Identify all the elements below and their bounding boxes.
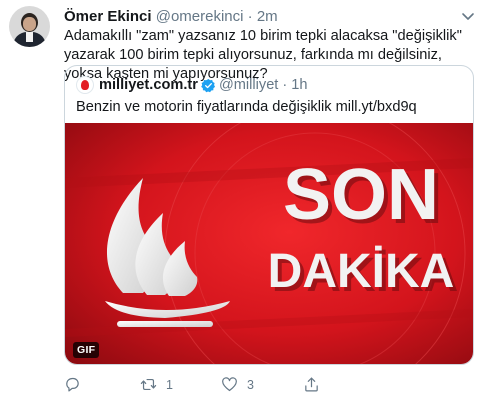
reply-button[interactable] <box>64 376 90 393</box>
breaking-news-graphic: SON SON DAKİKA DAKİKA <box>65 123 473 364</box>
like-button[interactable]: 3 <box>221 376 254 393</box>
share-icon <box>305 377 318 392</box>
gif-badge: GIF <box>73 342 100 358</box>
retweet-count: 1 <box>166 377 173 392</box>
chevron-down-icon[interactable] <box>460 8 476 24</box>
quoted-tweet-time[interactable]: 1h <box>291 77 307 93</box>
headline-line-1: SON <box>283 155 439 235</box>
quoted-tweet-header: milliyet.com.tr @milliyet · 1h <box>76 76 307 94</box>
author-avatar[interactable] <box>9 6 50 47</box>
reply-icon <box>66 377 79 392</box>
quoted-author-avatar[interactable] <box>76 76 94 94</box>
quoted-author-name[interactable]: milliyet.com.tr <box>99 77 198 93</box>
tweet-header: Ömer Ekinci @omerekinci · 2m <box>64 8 278 25</box>
tweet-actions: 1 3 <box>64 376 464 396</box>
like-count: 3 <box>247 377 254 392</box>
quoted-tweet-text: Benzin ve motorin fiyatlarında değişikli… <box>76 99 417 115</box>
quoted-author-handle[interactable]: @milliyet <box>219 77 278 93</box>
verified-badge-icon <box>201 78 216 92</box>
quoted-tweet[interactable]: milliyet.com.tr @milliyet · 1h Benzin ve… <box>64 65 474 365</box>
header-separator: · <box>247 8 253 25</box>
heart-icon <box>222 377 237 392</box>
author-handle[interactable]: @omerekinci <box>156 8 244 25</box>
retweet-button[interactable]: 1 <box>140 376 173 393</box>
retweet-icon <box>140 378 157 391</box>
quoted-header-separator: · <box>282 77 288 93</box>
quoted-media-gif[interactable]: SON SON DAKİKA DAKİKA GIF <box>65 123 473 364</box>
tweet[interactable]: Ömer Ekinci @omerekinci · 2m Adamakıllı … <box>0 0 486 401</box>
author-name[interactable]: Ömer Ekinci <box>64 8 152 25</box>
share-button[interactable] <box>303 376 329 393</box>
headline-line-2: DAKİKA <box>268 245 455 298</box>
tweet-time[interactable]: 2m <box>257 8 278 25</box>
